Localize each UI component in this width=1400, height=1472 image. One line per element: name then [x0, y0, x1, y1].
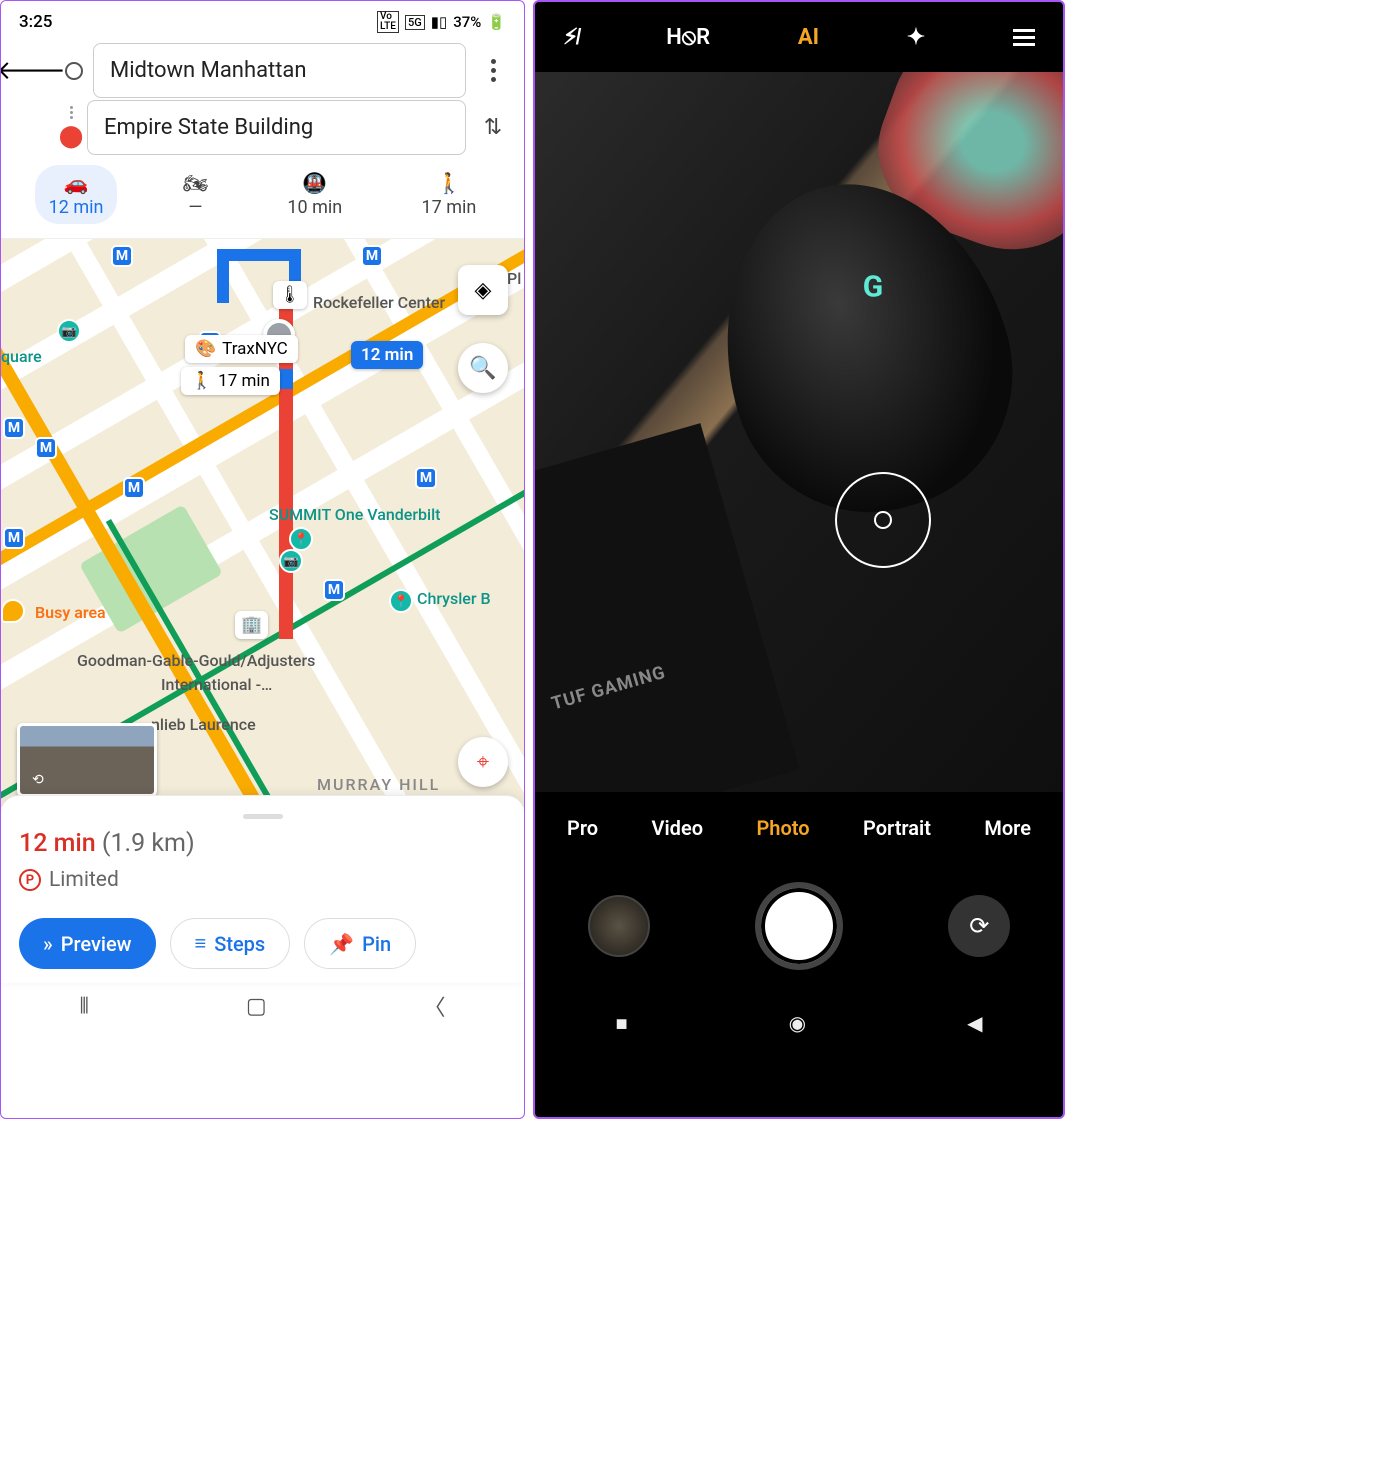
route-sheet[interactable]: 12 min (1.9 km) P Limited »Preview ≡Step…: [1, 795, 524, 983]
parking-info: P Limited: [19, 868, 506, 892]
camera-viewfinder[interactable]: [535, 72, 1063, 792]
origin-icon: [65, 62, 83, 80]
ai-toggle[interactable]: AI: [798, 25, 819, 50]
poi-chip-traxnyc[interactable]: 🎨TraxNYC: [185, 335, 298, 363]
destination-input[interactable]: Empire State Building: [87, 100, 466, 155]
poi-label: SUMMIT One Vanderbilt: [269, 505, 441, 524]
camera-modes: Pro Video Photo Portrait More: [535, 792, 1063, 864]
status-icons: VoLTE 5G ▮▯ 37% 🔋: [377, 11, 506, 33]
poi-icon: 📷: [279, 549, 303, 573]
status-bar: 3:25 VoLTE 5G ▮▯ 37% 🔋: [1, 1, 524, 37]
poi-label: International -…: [161, 675, 272, 694]
mode-video[interactable]: Video: [652, 816, 704, 840]
layers-button[interactable]: ◈: [458, 265, 508, 315]
poi-label: Rockefeller Center: [313, 293, 445, 312]
busy-area-label: Busy area: [35, 603, 106, 622]
mode-pro[interactable]: Pro: [567, 816, 598, 840]
preview-icon: »: [43, 932, 53, 956]
poi-icon: 📍: [389, 589, 413, 613]
route-eta: 12 min (1.9 km): [19, 829, 506, 858]
metro-icon: M: [415, 467, 437, 489]
gallery-thumbnail[interactable]: [588, 895, 650, 957]
camera-app: ⚡︎̸ H⦸R AI ✦ Pro Video Photo Portrait Mo…: [533, 0, 1065, 1119]
focus-ring[interactable]: [835, 472, 931, 568]
search-map-button[interactable]: 🔍: [458, 343, 508, 393]
camera-controls: ⟳: [535, 864, 1063, 998]
sheet-handle[interactable]: [243, 814, 283, 819]
poi-label: Pl: [507, 269, 521, 288]
mode-walk[interactable]: 🚶17 min: [408, 165, 491, 224]
mode-transit[interactable]: 🚇10 min: [273, 165, 356, 224]
business-chip: 🏢: [235, 611, 268, 639]
district-label: MURRAY HILL: [317, 775, 440, 794]
hamburger-menu[interactable]: [1013, 29, 1035, 46]
filters-icon[interactable]: ✦: [907, 25, 925, 50]
back-nav-button[interactable]: ◀: [967, 1011, 982, 1035]
pin-button[interactable]: 📌Pin: [304, 918, 416, 969]
back-nav-button[interactable]: 〈: [424, 990, 446, 1022]
mode-portrait[interactable]: Portrait: [863, 816, 931, 840]
swap-button[interactable]: ⇅: [472, 107, 514, 149]
home-button[interactable]: ◉: [789, 1011, 806, 1035]
travel-modes: 🚗12 min 🏍— 🚇10 min 🚶17 min: [1, 155, 524, 239]
status-battery: 37%: [453, 13, 481, 31]
home-button[interactable]: ▢: [246, 994, 267, 1019]
parking-icon: P: [19, 869, 41, 891]
recentre-button[interactable]: ⌖: [458, 737, 508, 787]
switch-camera-button[interactable]: ⟳: [948, 895, 1010, 957]
overflow-menu[interactable]: [472, 50, 514, 92]
mode-drive[interactable]: 🚗12 min: [35, 165, 118, 224]
recents-button[interactable]: ⦀: [79, 994, 89, 1019]
maps-app: 3:25 VoLTE 5G ▮▯ 37% 🔋 🡐 Midtown Manhatt…: [0, 0, 525, 1119]
steps-button[interactable]: ≡Steps: [170, 918, 291, 969]
status-time: 3:25: [19, 12, 52, 32]
poi-label: quare: [1, 347, 42, 366]
destination-icon: ⬤: [61, 123, 81, 149]
drive-time-chip[interactable]: 12 min: [351, 341, 423, 369]
walk-time-chip[interactable]: 🚶17 min: [181, 367, 280, 395]
android-navbar: ⦀ ▢ 〈: [1, 983, 524, 1033]
mode-more[interactable]: More: [984, 816, 1031, 840]
poi-label: nlieb Laurence: [151, 715, 256, 734]
poi-icon: 📷: [57, 319, 81, 343]
pin-icon: 📌: [329, 932, 354, 956]
metro-icon: M: [323, 579, 345, 601]
android-navbar: ■ ◉ ◀: [535, 998, 1063, 1048]
flash-off-icon[interactable]: ⚡︎̸: [563, 24, 578, 50]
poi-label: Chrysler B: [417, 589, 491, 608]
poi-icon: 📍: [289, 527, 313, 551]
metro-icon: M: [35, 437, 57, 459]
map-canvas[interactable]: M M M M M M M M M 📷 📍 📷 📍 quare Rockefel…: [1, 239, 524, 807]
shutter-button[interactable]: [755, 882, 843, 970]
metro-icon: M: [111, 245, 133, 267]
mode-photo[interactable]: Photo: [756, 816, 809, 840]
camera-top-bar: ⚡︎̸ H⦸R AI ✦: [535, 2, 1063, 72]
recents-button[interactable]: ■: [616, 1011, 628, 1036]
metro-icon: M: [361, 245, 383, 267]
metro-icon: M: [3, 417, 25, 439]
mode-motorcycle[interactable]: 🏍—: [169, 165, 222, 224]
preview-button[interactable]: »Preview: [19, 918, 156, 969]
metro-icon: M: [3, 527, 25, 549]
metro-icon: M: [123, 477, 145, 499]
origin-input[interactable]: Midtown Manhattan: [93, 43, 466, 98]
back-button[interactable]: 🡐: [11, 51, 51, 91]
thermometer-chip: 🌡: [273, 281, 307, 309]
streetview-thumbnail[interactable]: ⟲: [17, 723, 157, 797]
hdr-toggle[interactable]: H⦸R: [666, 25, 710, 50]
poi-label: Goodman-Gable-Gould/Adjusters: [77, 651, 315, 670]
list-icon: ≡: [195, 931, 207, 956]
